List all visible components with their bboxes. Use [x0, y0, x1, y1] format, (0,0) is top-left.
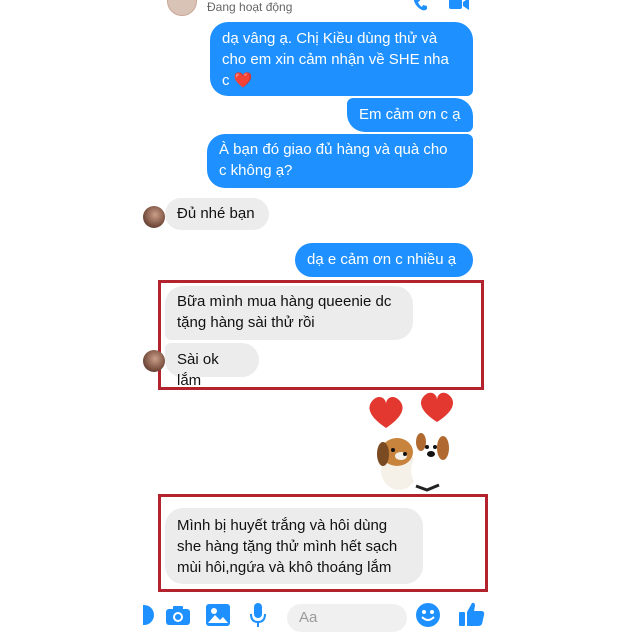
message-outgoing[interactable]: dạ e cảm ơn c nhiều ạ	[295, 243, 473, 277]
message-incoming[interactable]: Bữa mình mua hàng queenie dc tặng hàng s…	[165, 286, 413, 340]
message-outgoing[interactable]: À bạn đó giao đủ hàng và quà cho c không…	[207, 134, 473, 188]
chat-header: Đang hoạt động	[143, 0, 500, 16]
active-status: Đang hoạt động	[207, 0, 293, 14]
contact-avatar	[143, 206, 165, 228]
contact-avatar	[143, 350, 165, 372]
more-icon[interactable]	[143, 602, 157, 628]
message-input[interactable]: Aa	[287, 604, 407, 632]
message-outgoing[interactable]: dạ vâng ạ. Chị Kiều dùng thử và cho em x…	[210, 22, 473, 96]
message-incoming[interactable]: Sài ok lắm	[165, 343, 259, 389]
gallery-icon[interactable]	[205, 602, 231, 628]
thumbs-up-icon[interactable]	[459, 601, 485, 627]
chat-screen: Đang hoạt động dạ vâng ạ. Chị Kiều dùng …	[143, 0, 500, 640]
message-outgoing[interactable]: Em cảm ơn c ạ	[347, 98, 473, 132]
emoji-icon[interactable]	[415, 602, 441, 628]
dog-hearts-sticker[interactable]	[361, 390, 467, 496]
heart-icon	[369, 397, 403, 428]
video-call-icon[interactable]	[449, 0, 469, 14]
phone-icon[interactable]	[411, 0, 431, 14]
message-incoming[interactable]: Đủ nhé bạn	[165, 198, 269, 230]
microphone-icon[interactable]	[245, 602, 271, 628]
message-incoming[interactable]: Mình bị huyết trắng và hôi dùng she hàng…	[165, 508, 423, 584]
camera-icon[interactable]	[165, 602, 191, 628]
contact-avatar[interactable]	[167, 0, 197, 16]
heart-icon	[421, 392, 453, 422]
